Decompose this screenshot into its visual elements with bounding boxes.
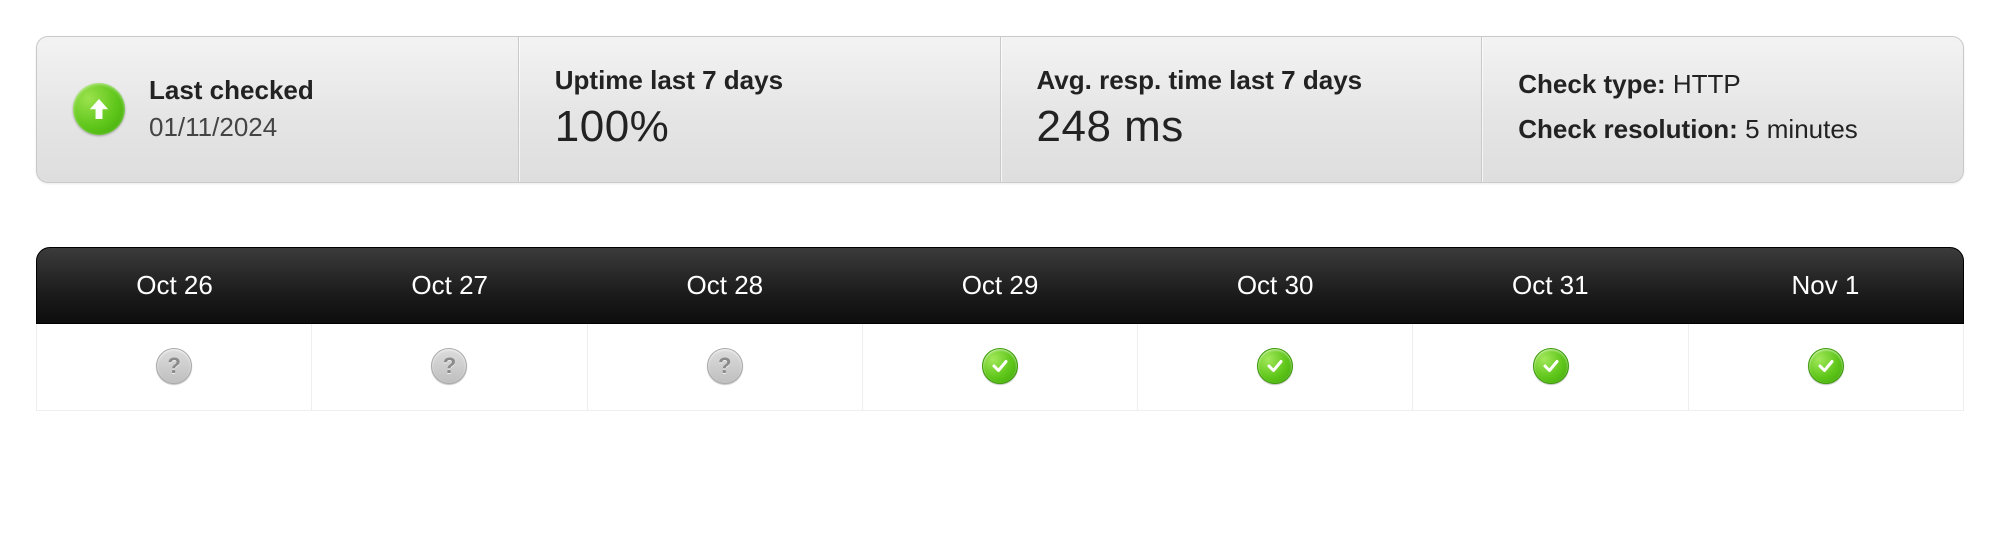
up-arrow-icon (73, 83, 125, 135)
last-checked-label: Last checked (149, 75, 314, 106)
check-type-label: Check type: (1518, 69, 1665, 99)
summary-panel: Last checked 01/11/2024 Uptime last 7 da… (36, 36, 1964, 183)
history-day-label: Oct 26 (37, 248, 312, 323)
question-mark-glyph: ? (167, 353, 180, 379)
question-mark-glyph: ? (718, 353, 731, 379)
history-day-label: Oct 29 (862, 248, 1137, 323)
history-status-cell (1138, 324, 1413, 411)
history-day-label: Oct 30 (1138, 248, 1413, 323)
check-resolution-label: Check resolution: (1518, 114, 1738, 144)
summary-last-checked: Last checked 01/11/2024 (37, 37, 518, 182)
question-mark-glyph: ? (443, 353, 456, 379)
checkmark-icon (982, 348, 1018, 384)
checkmark-icon (1808, 348, 1844, 384)
history-day-label: Nov 1 (1688, 248, 1963, 323)
history-status-cell: ? (37, 324, 312, 411)
last-checked-value: 01/11/2024 (149, 112, 314, 143)
check-resolution-value: 5 minutes (1745, 114, 1858, 144)
history-strip: Oct 26 Oct 27 Oct 28 Oct 29 Oct 30 Oct 3… (36, 247, 1964, 411)
history-status-row: ??? (36, 324, 1964, 411)
history-day-label: Oct 28 (587, 248, 862, 323)
question-mark-icon: ? (156, 348, 192, 384)
question-mark-icon: ? (431, 348, 467, 384)
history-status-cell: ? (312, 324, 587, 411)
response-time-label: Avg. resp. time last 7 days (1037, 65, 1446, 96)
history-status-cell (1689, 324, 1964, 411)
check-type-value: HTTP (1673, 69, 1741, 99)
history-day-label: Oct 31 (1413, 248, 1688, 323)
history-header: Oct 26 Oct 27 Oct 28 Oct 29 Oct 30 Oct 3… (36, 247, 1964, 324)
uptime-label: Uptime last 7 days (555, 65, 964, 96)
uptime-value: 100% (555, 102, 964, 152)
history-status-cell (1413, 324, 1688, 411)
history-status-cell: ? (588, 324, 863, 411)
summary-uptime: Uptime last 7 days 100% (518, 37, 1000, 182)
history-status-cell (863, 324, 1138, 411)
summary-check-info: Check type: HTTP Check resolution: 5 min… (1481, 37, 1963, 182)
checkmark-icon (1257, 348, 1293, 384)
checkmark-icon (1533, 348, 1569, 384)
summary-response-time: Avg. resp. time last 7 days 248 ms (1000, 37, 1482, 182)
question-mark-icon: ? (707, 348, 743, 384)
history-day-label: Oct 27 (312, 248, 587, 323)
response-time-value: 248 ms (1037, 102, 1446, 152)
